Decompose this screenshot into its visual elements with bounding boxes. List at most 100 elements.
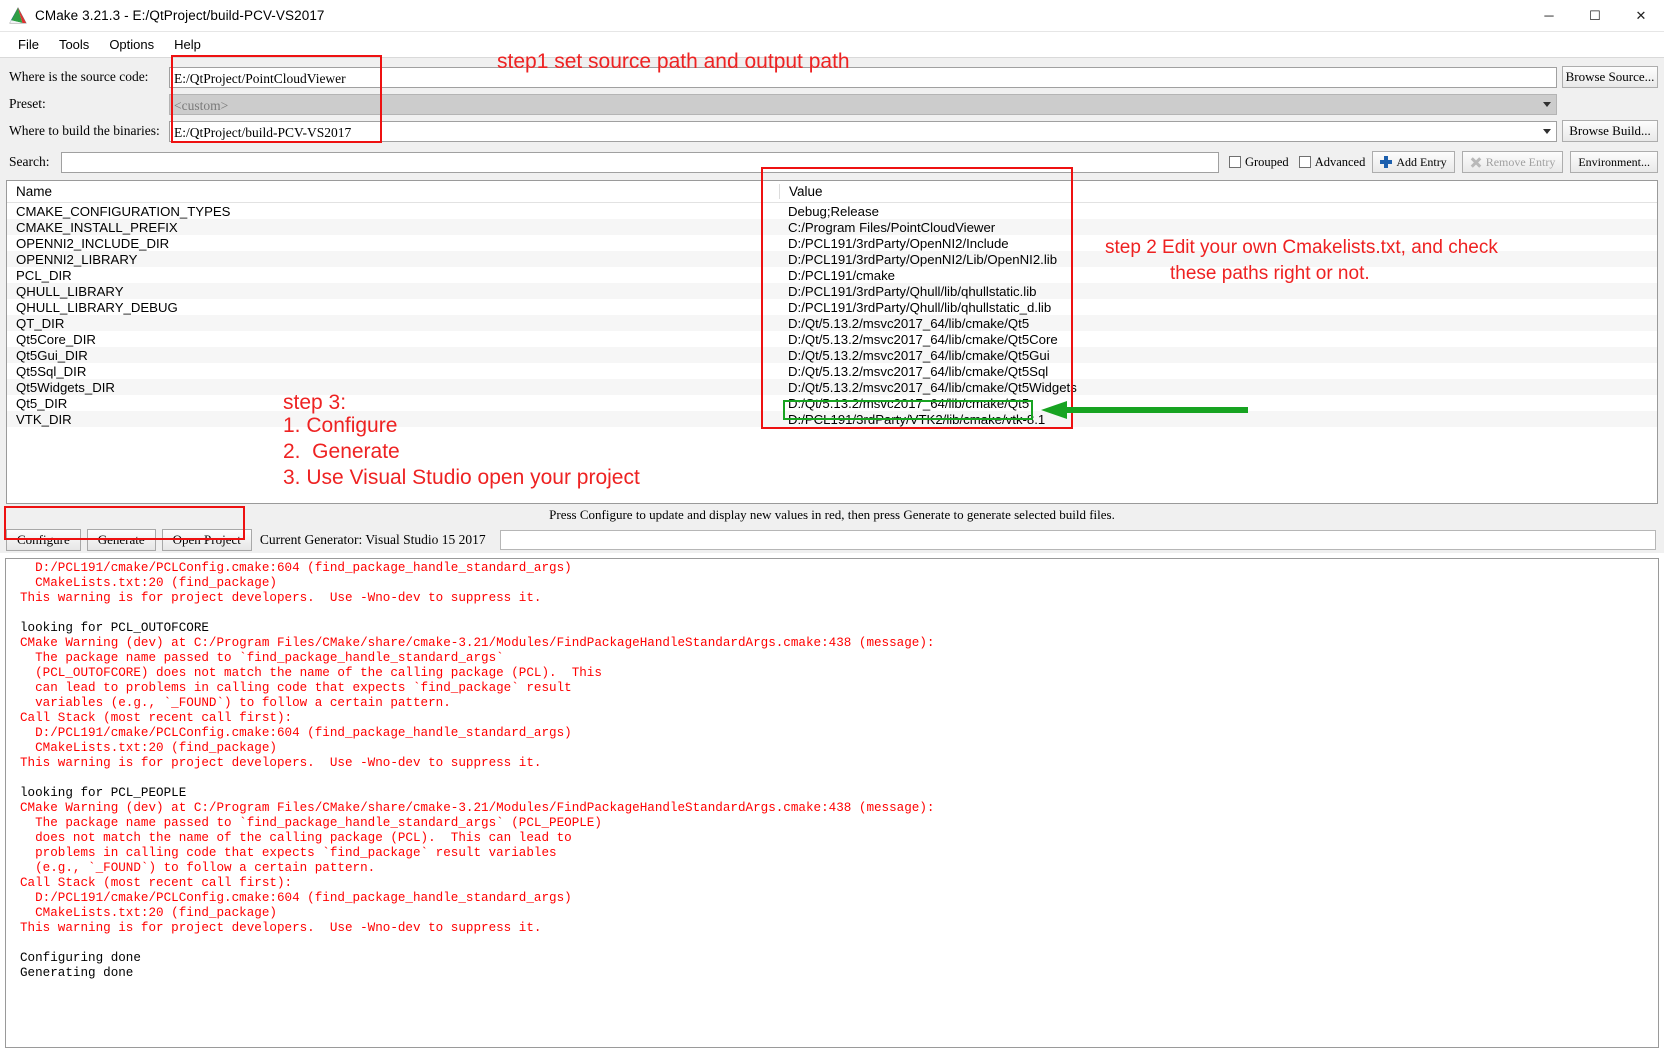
- menu-tools[interactable]: Tools: [49, 34, 99, 55]
- log-line: Configuring done: [20, 951, 141, 965]
- cache-entry-value[interactable]: D:/Qt/5.13.2/msvc2017_64/lib/cmake/Qt5Wi…: [779, 380, 1657, 395]
- log-line: can lead to problems in calling code tha…: [20, 681, 572, 695]
- plus-icon: [1380, 156, 1393, 168]
- menu-help[interactable]: Help: [164, 34, 211, 55]
- current-generator-text: Current Generator: Visual Studio 15 2017: [259, 532, 486, 547]
- browse-build-button[interactable]: Browse Build...: [1562, 120, 1658, 142]
- browse-source-button[interactable]: Browse Source...: [1562, 66, 1658, 88]
- cache-entry-value[interactable]: D:/PCL191/3rdParty/Qhull/lib/qhullstatic…: [779, 284, 1657, 299]
- cache-entry-value[interactable]: D:/Qt/5.13.2/msvc2017_64/lib/cmake/Qt5: [779, 396, 1657, 411]
- configure-button[interactable]: Configure: [6, 529, 81, 551]
- table-row[interactable]: QHULL_LIBRARY_DEBUG D:/PCL191/3rdParty/Qh…: [7, 299, 1657, 315]
- remove-entry-label: Remove Entry: [1485, 154, 1556, 169]
- preset-combobox[interactable]: <custom>: [169, 93, 1557, 115]
- table-row[interactable]: VTK_DIR D:/PCL191/3rdParty/VTK2/lib/cmake…: [7, 411, 1657, 427]
- cache-entry-value[interactable]: C:/Program Files/PointCloudViewer: [779, 220, 1657, 235]
- grouped-label: Grouped: [1244, 154, 1289, 169]
- menu-file[interactable]: File: [8, 34, 49, 55]
- log-line: The package name passed to `find_package…: [20, 651, 504, 665]
- environment-button[interactable]: Environment...: [1570, 151, 1658, 173]
- cache-table-body: CMAKE_CONFIGURATION_TYPES Debug;Release CM…: [7, 203, 1657, 427]
- column-header-value[interactable]: Value: [779, 184, 1657, 199]
- log-line: Call Stack (most recent call first):: [20, 876, 293, 890]
- log-line: CMake Warning (dev) at C:/Program Files/…: [20, 801, 935, 815]
- log-line: (e.g., `_FOUND`) to follow a certain pat…: [20, 861, 376, 875]
- table-row[interactable]: Qt5Gui_DIR D:/Qt/5.13.2/msvc2017_64/lib/c…: [7, 347, 1657, 363]
- cache-entry-value[interactable]: D:/PCL191/cmake: [779, 268, 1657, 283]
- cache-entry-value[interactable]: D:/Qt/5.13.2/msvc2017_64/lib/cmake/Qt5: [779, 316, 1657, 331]
- source-path-row: Where is the source code: E:/QtProject/P…: [6, 64, 1658, 90]
- log-line: This warning is for project developers. …: [20, 591, 542, 605]
- cache-entry-value[interactable]: D:/PCL191/3rdParty/Qhull/lib/qhullstatic…: [779, 300, 1657, 315]
- table-row[interactable]: PCL_DIR D:/PCL191/cmake: [7, 267, 1657, 283]
- table-row[interactable]: Qt5Widgets_DIR D:/Qt/5.13.2/msvc2017_64/l…: [7, 379, 1657, 395]
- build-path-label: Where to build the binaries:: [9, 123, 160, 138]
- log-line: D:/PCL191/cmake/PCLConfig.cmake:604 (fin…: [20, 726, 572, 740]
- cache-table-header: Name Value: [7, 181, 1657, 203]
- output-log-panel[interactable]: D:/PCL191/cmake/PCLConfig.cmake:604 (fin…: [5, 558, 1659, 1048]
- grouped-checkbox[interactable]: Grouped: [1228, 154, 1289, 170]
- cache-entry-name: QT_DIR: [16, 315, 65, 331]
- log-line: looking for PCL_PEOPLE: [20, 786, 187, 800]
- title-bar: CMake 3.21.3 - E:/QtProject/build-PCV-VS…: [0, 0, 1664, 32]
- cache-entry-value[interactable]: D:/Qt/5.13.2/msvc2017_64/lib/cmake/Qt5Gu…: [779, 348, 1657, 363]
- build-path-combobox[interactable]: E:/QtProject/build-PCV-VS2017: [169, 120, 1557, 142]
- cache-entry-value[interactable]: D:/PCL191/3rdParty/OpenNI2/Include: [779, 236, 1657, 251]
- source-path-label: Where is the source code:: [9, 69, 149, 84]
- preset-value: <custom>: [169, 93, 1557, 115]
- maximize-button[interactable]: ☐: [1572, 0, 1618, 31]
- cache-entry-name: Qt5_DIR: [16, 395, 68, 411]
- build-path-input[interactable]: E:/QtProject/build-PCV-VS2017: [169, 120, 1557, 142]
- log-line: does not match the name of the calling p…: [20, 831, 572, 845]
- log-line: D:/PCL191/cmake/PCLConfig.cmake:604 (fin…: [20, 891, 572, 905]
- hint-text: Press Configure to update and display ne…: [549, 507, 1115, 522]
- menu-options[interactable]: Options: [99, 34, 164, 55]
- log-line: The package name passed to `find_package…: [20, 816, 602, 830]
- remove-entry-button[interactable]: Remove Entry: [1461, 151, 1564, 173]
- advanced-label: Advanced: [1314, 154, 1366, 169]
- search-input[interactable]: [61, 151, 1219, 173]
- log-line: looking for PCL_OUTOFCORE: [20, 621, 209, 635]
- log-line: Call Stack (most recent call first):: [20, 711, 293, 725]
- cache-entry-value[interactable]: D:/PCL191/3rdParty/VTK2/lib/cmake/vtk-8.…: [779, 412, 1657, 427]
- cmake-logo-icon: [9, 6, 27, 25]
- log-line: problems in calling code that expects `f…: [20, 846, 557, 860]
- table-row[interactable]: Qt5_DIR D:/Qt/5.13.2/msvc2017_64/lib/cmak…: [7, 395, 1657, 411]
- cache-entry-value[interactable]: D:/Qt/5.13.2/msvc2017_64/lib/cmake/Qt5Sq…: [779, 364, 1657, 379]
- table-row[interactable]: Qt5Core_DIR D:/Qt/5.13.2/msvc2017_64/lib/…: [7, 331, 1657, 347]
- log-line: This warning is for project developers. …: [20, 756, 542, 770]
- cache-entry-value[interactable]: Debug;Release: [779, 204, 1657, 219]
- open-project-button[interactable]: Open Project: [161, 529, 252, 551]
- cache-entry-name: Qt5Core_DIR: [16, 331, 96, 347]
- cache-entry-value[interactable]: D:/Qt/5.13.2/msvc2017_64/lib/cmake/Qt5Co…: [779, 332, 1657, 347]
- cache-table[interactable]: Name Value CMAKE_CONFIGURATION_TYPES Debu…: [6, 180, 1658, 504]
- table-row[interactable]: QHULL_LIBRARY D:/PCL191/3rdParty/Qhull/li…: [7, 283, 1657, 299]
- configuration-panel: Where is the source code: E:/QtProject/P…: [0, 58, 1664, 553]
- table-row[interactable]: CMAKE_CONFIGURATION_TYPES Debug;Release: [7, 203, 1657, 219]
- table-row[interactable]: OPENNI2_LIBRARY D:/PCL191/3rdParty/OpenNI…: [7, 251, 1657, 267]
- table-row[interactable]: Qt5Sql_DIR D:/Qt/5.13.2/msvc2017_64/lib/c…: [7, 363, 1657, 379]
- source-path-input[interactable]: E:/QtProject/PointCloudViewer: [169, 66, 1557, 88]
- search-row: Search: Grouped Advanced Add Entry Remov…: [6, 148, 1658, 176]
- log-line: CMakeLists.txt:20 (find_package): [20, 906, 277, 920]
- cache-entry-name: CMAKE_INSTALL_PREFIX: [16, 219, 178, 235]
- column-header-name[interactable]: Name: [7, 184, 779, 199]
- chevron-down-icon: [1543, 129, 1551, 134]
- advanced-checkbox[interactable]: Advanced: [1298, 154, 1366, 170]
- table-row[interactable]: OPENNI2_INCLUDE_DIR D:/PCL191/3rdParty/Op…: [7, 235, 1657, 251]
- table-row[interactable]: CMAKE_INSTALL_PREFIX C:/Program Files/Poi…: [7, 219, 1657, 235]
- table-row[interactable]: QT_DIR D:/Qt/5.13.2/msvc2017_64/lib/cmake…: [7, 315, 1657, 331]
- search-label: Search:: [9, 154, 50, 169]
- cache-entry-name: QHULL_LIBRARY_DEBUG: [16, 299, 178, 315]
- log-line: D:/PCL191/cmake/PCLConfig.cmake:604 (fin…: [20, 561, 572, 575]
- log-line: CMake Warning (dev) at C:/Program Files/…: [20, 636, 935, 650]
- close-button[interactable]: ✕: [1618, 0, 1664, 31]
- checkbox-box-icon: [1228, 156, 1241, 168]
- preset-row: Preset: <custom>: [6, 91, 1658, 117]
- minimize-button[interactable]: ─: [1526, 0, 1572, 31]
- remove-x-icon: [1470, 156, 1482, 168]
- generate-button[interactable]: Generate: [86, 529, 156, 551]
- add-entry-button[interactable]: Add Entry: [1372, 151, 1455, 173]
- cache-entry-value[interactable]: D:/PCL191/3rdParty/OpenNI2/Lib/OpenNI2.l…: [779, 252, 1657, 267]
